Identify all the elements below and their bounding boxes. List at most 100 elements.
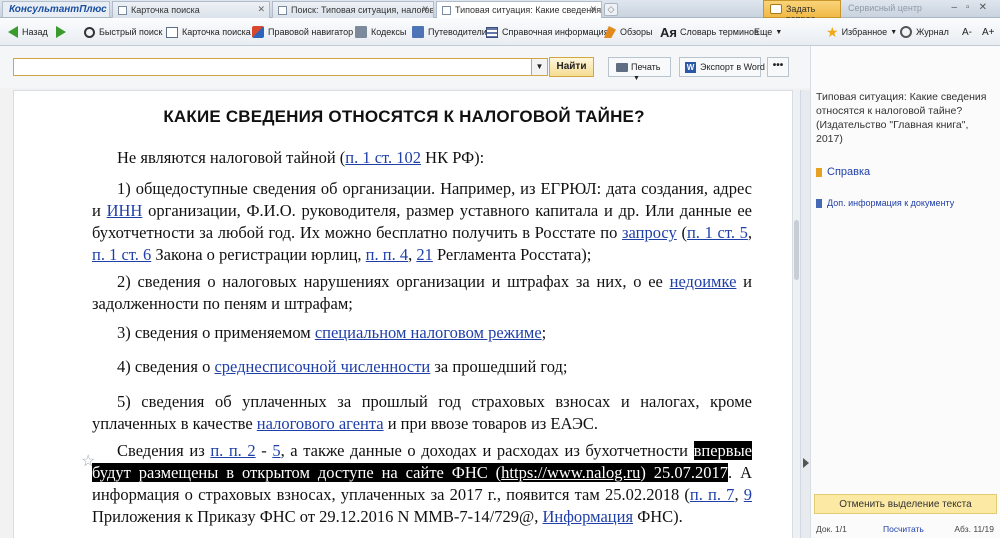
find-button[interactable]: Найти bbox=[549, 57, 594, 77]
reference-icon bbox=[486, 26, 498, 38]
text: Закона о регистрации юрлиц, bbox=[151, 245, 366, 264]
paragraph-1: Не являются налоговой тайной (п. 1 ст. 1… bbox=[92, 147, 752, 169]
more-actions-button[interactable]: ••• bbox=[767, 57, 789, 77]
paragraph-2: 1) общедоступные сведения об организации… bbox=[92, 178, 752, 266]
ask-question-button[interactable]: Задать вопрос bbox=[763, 0, 841, 24]
count-link[interactable]: Посчитать bbox=[883, 524, 924, 534]
printer-icon bbox=[616, 63, 628, 72]
paragraph-3: 2) сведения о налоговых нарушениях орган… bbox=[92, 271, 752, 315]
reference-info-label: Справочная информация bbox=[502, 27, 609, 37]
link-9[interactable]: 9 bbox=[744, 485, 752, 504]
legal-navigator-label: Правовой навигатор bbox=[268, 27, 354, 37]
paragraph-6: 5) сведения об уплаченных за прошлый год… bbox=[92, 391, 752, 435]
legal-navigator-button[interactable]: Правовой навигатор bbox=[252, 25, 353, 39]
link-pp7[interactable]: п. п. 7 bbox=[690, 485, 735, 504]
text: НК РФ): bbox=[421, 148, 485, 167]
paragraph-7: Сведения из п. п. 2 - 5, а также данные … bbox=[92, 440, 752, 528]
dictionary-button[interactable]: Aя Словарь терминов bbox=[660, 24, 759, 40]
text: ; bbox=[541, 323, 547, 342]
cancel-highlight-button[interactable]: Отменить выделение текста bbox=[814, 494, 997, 514]
text: ) 25.07.2017 bbox=[640, 463, 729, 482]
link-information[interactable]: Информация bbox=[542, 507, 633, 526]
reviews-label: Обзоры bbox=[620, 27, 653, 37]
reference-link[interactable]: Справка bbox=[816, 166, 870, 178]
close-icon[interactable]: ✕ bbox=[257, 4, 265, 15]
dictionary-icon: Aя bbox=[660, 24, 677, 40]
link-p1-st5[interactable]: п. 1 ст. 5 bbox=[687, 223, 748, 242]
paragraph-4: 3) сведения о применяемом специальном на… bbox=[92, 322, 752, 344]
more-menu[interactable]: Еще ▼ bbox=[754, 25, 782, 39]
search-icon bbox=[84, 26, 95, 38]
star-icon: ★ bbox=[826, 23, 839, 40]
text: Не являются налоговой тайной ( bbox=[117, 148, 346, 167]
chevron-down-icon: ▼ bbox=[633, 75, 640, 82]
app-logo-tab[interactable]: КонсультантПлюс bbox=[2, 1, 110, 17]
reviews-icon bbox=[604, 26, 616, 38]
link-nalog-site[interactable]: https://www.nalog.ru bbox=[501, 463, 640, 482]
link-headcount[interactable]: среднесписочной численности bbox=[214, 357, 430, 376]
close-icon[interactable]: ✕ bbox=[421, 4, 429, 15]
link-pp2[interactable]: п. п. 2 bbox=[210, 441, 255, 460]
reviews-button[interactable]: Обзоры bbox=[604, 25, 652, 39]
bookmark-icon bbox=[816, 167, 822, 177]
print-label: Печать bbox=[631, 62, 661, 72]
link-p1-st102[interactable]: п. 1 ст. 102 bbox=[345, 148, 421, 167]
link-tax-agent[interactable]: налогового агента bbox=[257, 414, 384, 433]
status-paragraph: Абз. 11/19 bbox=[954, 524, 994, 534]
favorites-menu[interactable]: ★ Избранное ▼ bbox=[826, 23, 897, 40]
search-history-dropdown[interactable]: ▼ bbox=[531, 58, 548, 76]
tab-label: Типовая ситуация: Какие сведения ... bbox=[455, 5, 602, 15]
quick-search-button[interactable]: Быстрый поиск bbox=[84, 25, 162, 39]
text: Сведения из bbox=[117, 441, 211, 460]
link-5[interactable]: 5 bbox=[272, 441, 280, 460]
link-arrears[interactable]: недоимке bbox=[670, 272, 737, 291]
text: и при ввозе товаров из ЕАЭС. bbox=[383, 414, 599, 433]
document-view[interactable]: КАКИЕ СВЕДЕНИЯ ОТНОСЯТСЯ К НАЛОГОВОЙ ТАЙ… bbox=[13, 90, 793, 538]
word-icon: W bbox=[685, 62, 696, 73]
window-controls[interactable]: –▫✕ bbox=[952, 2, 997, 13]
forward-button[interactable] bbox=[56, 25, 70, 39]
dictionary-label: Словарь терминов bbox=[679, 27, 759, 37]
search-card-button[interactable]: Карточка поиска bbox=[166, 25, 251, 39]
arrow-right-icon bbox=[56, 26, 66, 38]
codes-icon bbox=[355, 26, 367, 38]
reference-info-button[interactable]: Справочная информация bbox=[486, 25, 609, 39]
side-panel: Типовая ситуация: Какие сведения относят… bbox=[810, 46, 1000, 538]
scrollbar-thumb[interactable] bbox=[794, 220, 799, 280]
search-input[interactable] bbox=[13, 58, 533, 76]
text: Приложения к Приказу ФНС от 29.12.2016 N… bbox=[92, 507, 543, 526]
export-word-label: Экспорт в Word bbox=[700, 62, 765, 72]
codes-button[interactable]: Кодексы bbox=[355, 25, 406, 39]
link-special-regime[interactable]: специальном налоговом режиме bbox=[315, 323, 542, 342]
new-tab-icon[interactable]: ◇ bbox=[604, 3, 618, 16]
font-increase-button[interactable]: A+ bbox=[982, 25, 995, 39]
back-button[interactable]: Назад bbox=[8, 25, 48, 39]
link-pp4[interactable]: п. п. 4 bbox=[366, 245, 408, 264]
service-center-link[interactable]: Сервисный центр bbox=[848, 3, 922, 13]
export-word-button[interactable]: W Экспорт в Word bbox=[679, 57, 765, 77]
extra-info-link[interactable]: Доп. информация к документу bbox=[816, 198, 954, 208]
link-inn[interactable]: ИНН bbox=[107, 201, 143, 220]
navigator-icon bbox=[252, 26, 264, 38]
guides-button[interactable]: Путеводители bbox=[412, 25, 487, 39]
print-button[interactable]: Печать ▼ bbox=[608, 57, 671, 82]
document-scrollbar[interactable] bbox=[793, 90, 800, 538]
chevron-down-icon: ▼ bbox=[535, 62, 544, 71]
journal-button[interactable]: Журнал bbox=[900, 25, 949, 39]
guides-icon bbox=[412, 26, 424, 38]
text: 4) сведения о bbox=[117, 357, 215, 376]
text: 2) сведения о налоговых нарушениях орган… bbox=[117, 272, 670, 291]
tab-document[interactable]: Типовая ситуация: Какие сведения ... ✕ bbox=[436, 1, 602, 19]
tab-search-results[interactable]: Поиск: Типовая ситуация, налогова... ✕ bbox=[272, 1, 434, 18]
tab-search-card[interactable]: Карточка поиска ✕ bbox=[112, 1, 270, 18]
link-21[interactable]: 21 bbox=[416, 245, 433, 264]
text: ( bbox=[676, 223, 687, 242]
link-request[interactable]: запросу bbox=[622, 223, 677, 242]
reference-label: Справка bbox=[827, 166, 871, 178]
back-label: Назад bbox=[22, 27, 48, 37]
extra-info-label: Доп. информация к документу bbox=[827, 198, 955, 208]
side-panel-toggle[interactable] bbox=[800, 90, 810, 538]
link-p1-st6[interactable]: п. 1 ст. 6 bbox=[92, 245, 151, 264]
font-decrease-button[interactable]: A- bbox=[962, 25, 972, 39]
close-icon[interactable]: ✕ bbox=[589, 4, 597, 15]
